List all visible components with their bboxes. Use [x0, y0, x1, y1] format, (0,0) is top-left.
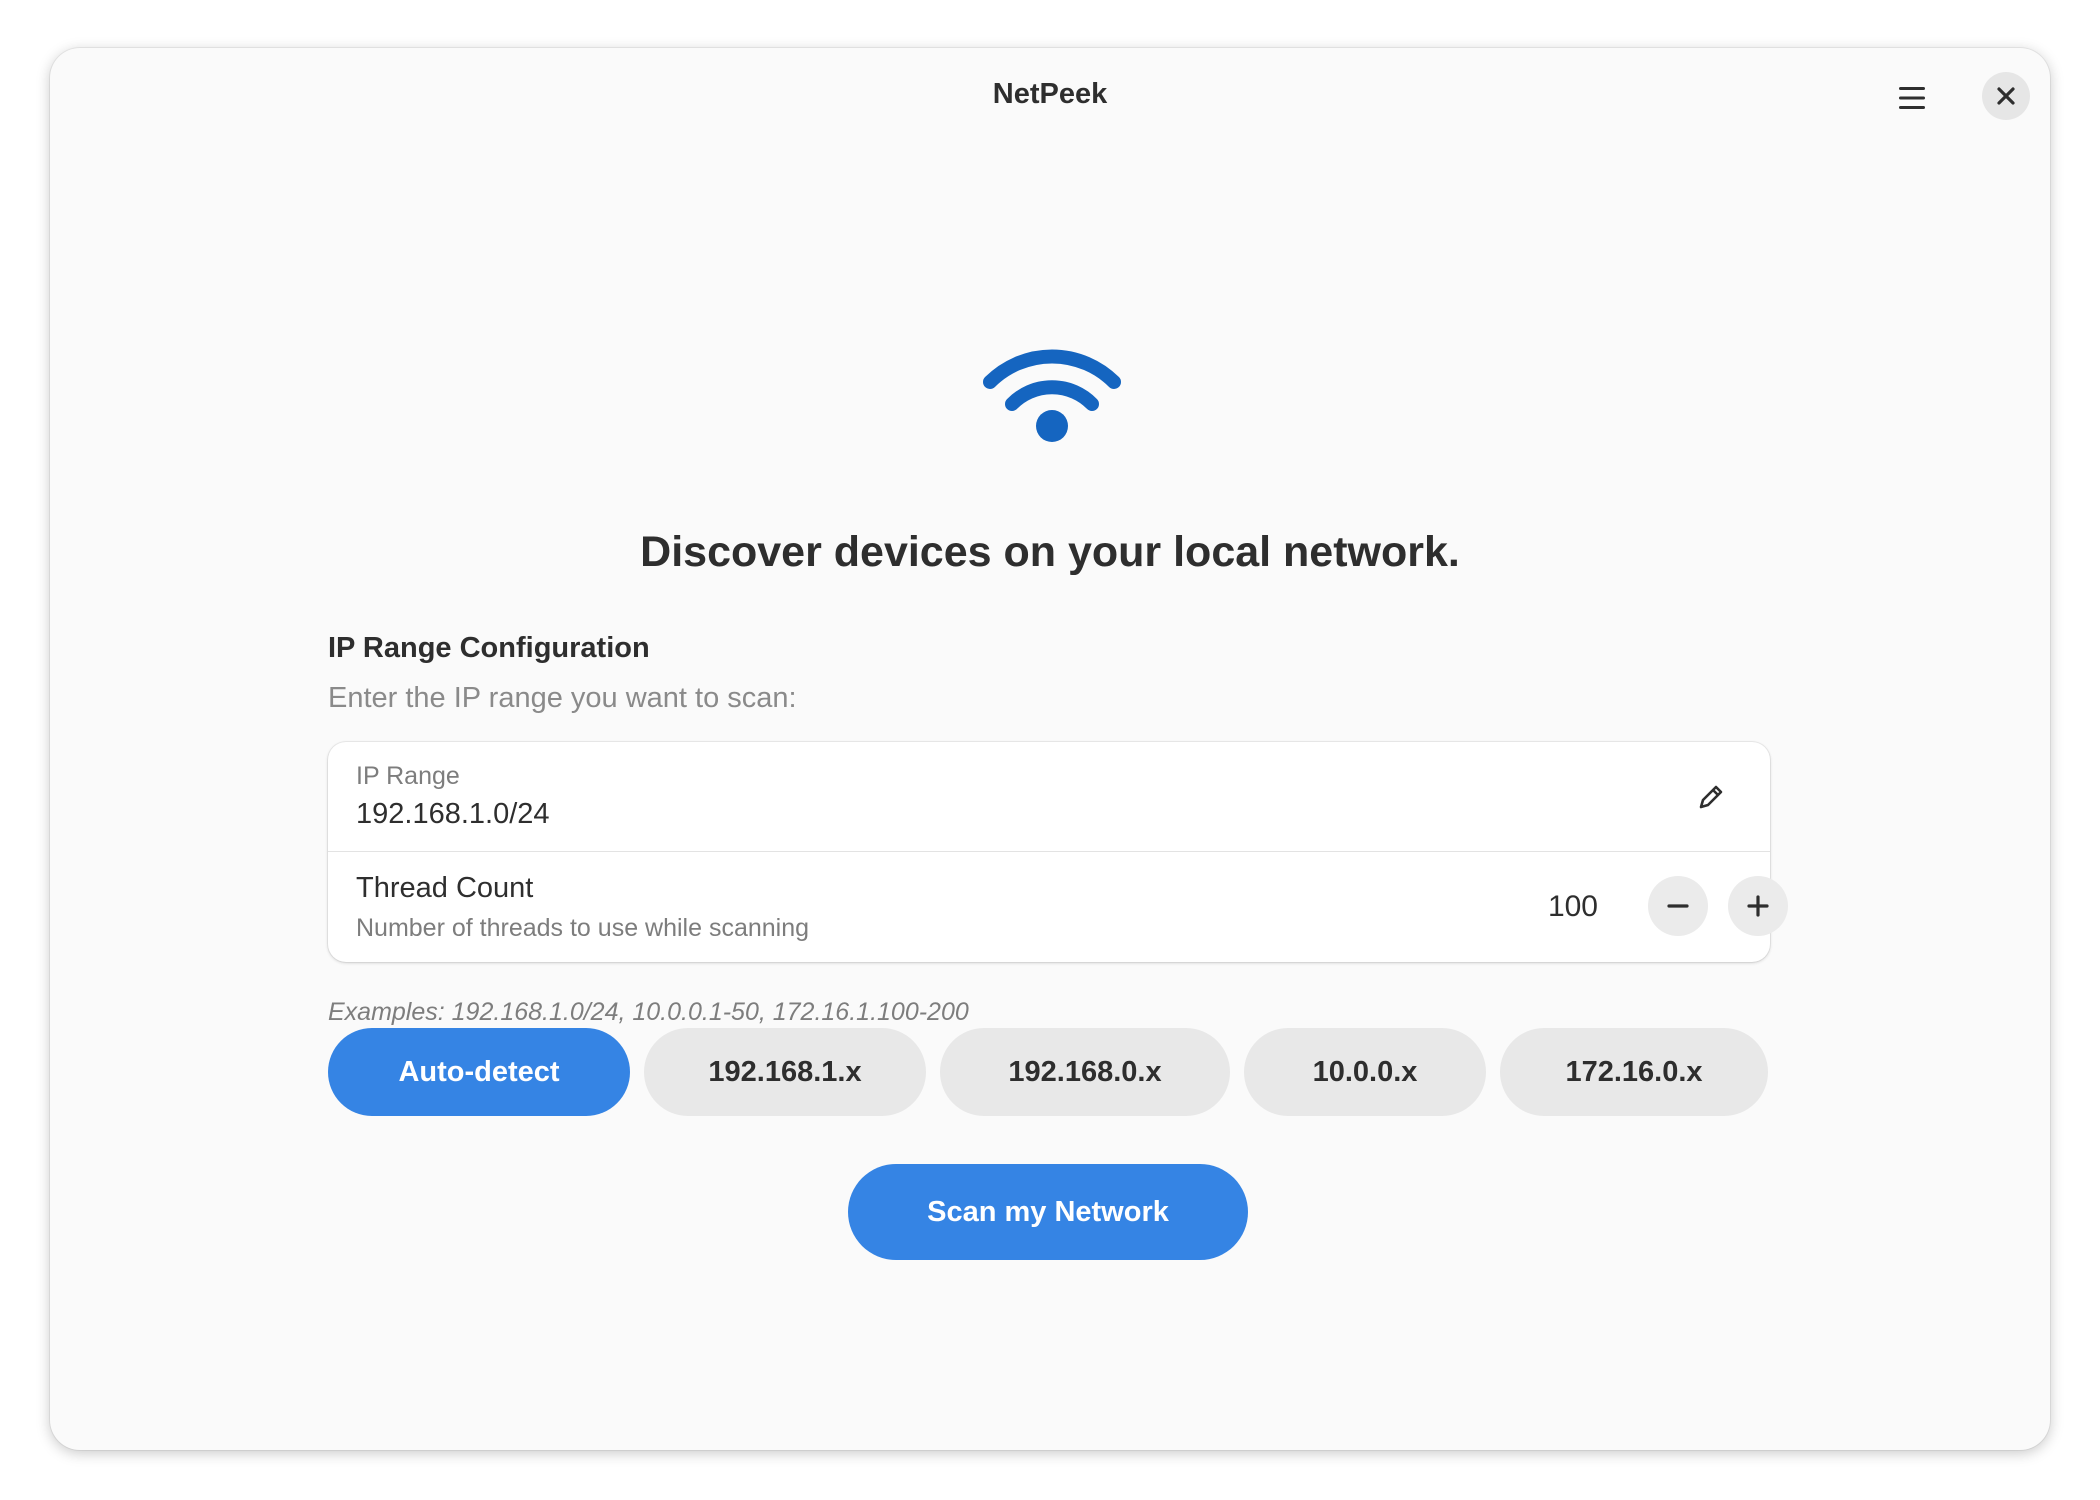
- close-icon: [1997, 87, 2015, 105]
- row-divider: [328, 851, 1770, 852]
- thread-count-value[interactable]: 100: [1518, 890, 1598, 924]
- increment-threads-button[interactable]: [1728, 876, 1788, 936]
- preset-192-168-0-button[interactable]: 192.168.0.x: [940, 1028, 1230, 1116]
- thread-count-title: Thread Count: [356, 872, 534, 904]
- edit-ip-range-button[interactable]: [1686, 772, 1736, 822]
- plus-icon: [1747, 895, 1769, 917]
- settings-card: IP Range 192.168.1.0/24 Thread Count Num…: [328, 742, 1788, 962]
- ip-range-label: IP Range: [356, 762, 460, 790]
- section-subtitle: Enter the IP range you want to scan:: [328, 682, 797, 714]
- scan-network-button[interactable]: Scan my Network: [848, 1164, 1248, 1260]
- close-window-button[interactable]: [1982, 72, 2030, 120]
- preset-auto-detect-button[interactable]: Auto-detect: [328, 1028, 630, 1116]
- window-title: NetPeek: [992, 78, 1108, 110]
- thread-count-subtitle: Number of threads to use while scanning: [356, 914, 810, 942]
- preset-172-16-0-button[interactable]: 172.16.0.x: [1500, 1028, 1768, 1116]
- ip-range-input[interactable]: 192.168.1.0/24: [356, 798, 550, 831]
- hamburger-menu-icon: [1899, 87, 1925, 109]
- page-headline: Discover devices on your local network.: [640, 528, 1460, 576]
- pencil-icon: [1699, 785, 1723, 809]
- preset-10-0-0-button[interactable]: 10.0.0.x: [1244, 1028, 1486, 1116]
- preset-192-168-1-button[interactable]: 192.168.1.x: [644, 1028, 926, 1116]
- header-bar: NetPeek: [50, 48, 2050, 144]
- main-menu-button[interactable]: [1886, 72, 1938, 124]
- app-window: NetPeek Discover devices on your local n…: [50, 48, 2050, 1450]
- examples-hint: Examples: 192.168.1.0/24, 10.0.0.1-50, 1…: [328, 998, 969, 1026]
- section-title: IP Range Configuration: [328, 632, 650, 664]
- decrement-threads-button[interactable]: [1648, 876, 1708, 936]
- wifi-icon: [983, 349, 1121, 442]
- minus-icon: [1667, 904, 1689, 908]
